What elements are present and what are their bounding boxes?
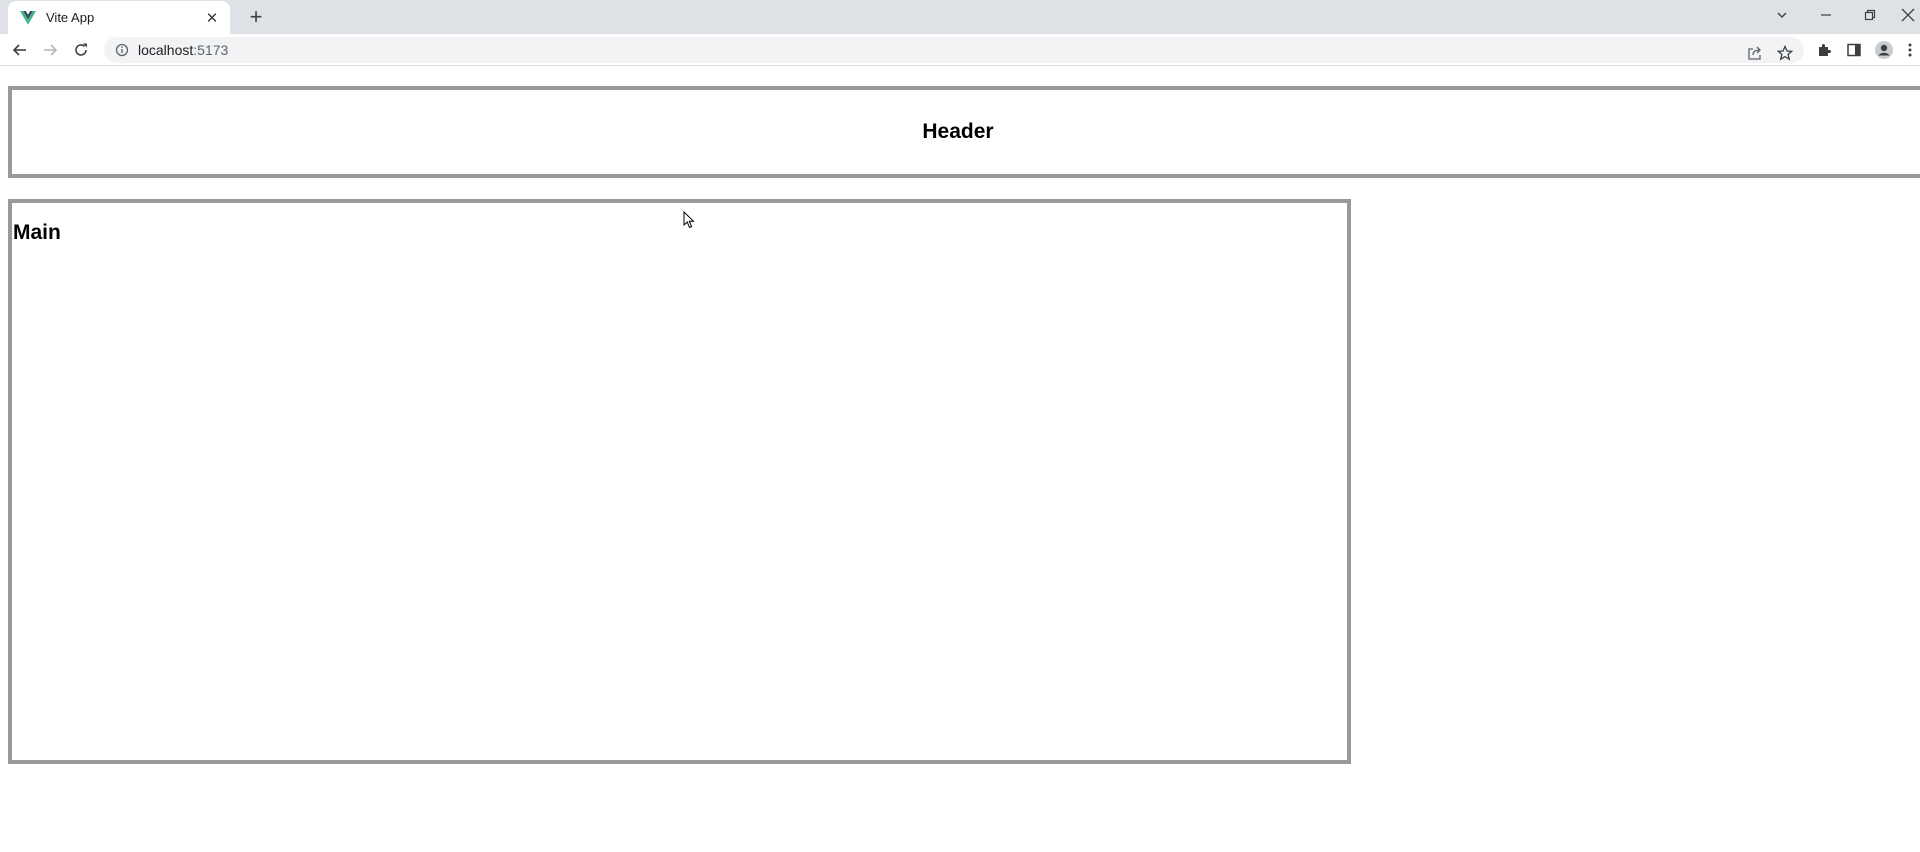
close-window-icon[interactable] [1890,0,1920,30]
forward-arrow-icon[interactable] [38,38,62,62]
url-port: :5173 [193,42,229,58]
minimize-icon[interactable] [1808,0,1844,30]
tab-strip: Vite App ✕ + [0,0,1920,34]
url-host: localhost [138,42,194,58]
main-title: Main [13,221,61,244]
new-tab-button[interactable]: + [244,5,268,29]
back-arrow-icon[interactable] [8,38,32,62]
tab-title: Vite App [46,10,95,25]
star-icon[interactable] [1774,42,1796,64]
profile-icon[interactable] [1872,38,1896,62]
reload-icon[interactable] [69,38,93,62]
address-bar[interactable]: localhost:5173 [104,37,1804,63]
restore-icon[interactable] [1852,0,1888,30]
vue-logo-icon [20,10,36,26]
tab-search-icon[interactable] [1764,0,1800,30]
mouse-cursor-icon [683,211,695,229]
main-section: Main [8,199,1351,764]
header-section: Header [8,86,1920,178]
info-icon[interactable] [114,42,130,58]
side-panel-icon[interactable] [1842,38,1866,62]
kebab-menu-icon[interactable] [1898,38,1920,62]
puzzle-icon[interactable] [1812,38,1836,62]
close-tab-icon[interactable]: ✕ [204,10,220,26]
share-icon[interactable] [1744,42,1766,64]
browser-tab[interactable]: Vite App ✕ [8,1,230,34]
browser-toolbar: localhost:5173 [0,34,1920,66]
header-title: Header [922,120,994,143]
page-viewport: Header Main [0,66,1920,852]
url-text: localhost:5173 [138,42,228,58]
